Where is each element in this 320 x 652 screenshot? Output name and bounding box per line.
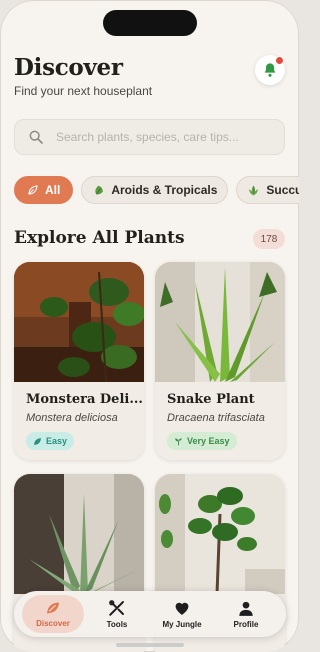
difficulty-badge: Very Easy (167, 432, 237, 450)
user-icon (239, 601, 253, 616)
section-title: Explore All Plants (14, 228, 185, 248)
plant-photo (14, 262, 144, 382)
nav-tools[interactable]: Tools (86, 595, 148, 633)
plant-photo (14, 474, 144, 594)
bottom-navigation: Discover Tools My Jungle Profile (14, 591, 286, 637)
succulent-icon (249, 185, 259, 195)
heart-icon (175, 602, 189, 615)
plant-scientific-name: Monstera deliciosa (26, 412, 118, 424)
tools-icon (109, 600, 124, 616)
search-input[interactable] (54, 129, 278, 145)
plant-card-snake-plant[interactable]: Snake Plant Dracaena trifasciata Very Ea… (155, 262, 285, 460)
category-filter: All Aroids & Tropicals Succul (14, 176, 299, 206)
sprout-icon (175, 438, 182, 445)
difficulty-badge: Easy (26, 432, 75, 450)
nav-my-jungle[interactable]: My Jungle (151, 595, 213, 633)
plant-photo (155, 262, 285, 382)
nav-label: Tools (106, 620, 128, 629)
plant-photo (155, 474, 285, 594)
category-chip-all[interactable]: All (14, 176, 74, 204)
dynamic-island (103, 10, 197, 36)
page-subtitle: Find your next houseplant (14, 84, 153, 98)
search-bar[interactable] (14, 119, 285, 155)
home-indicator (116, 643, 184, 647)
plant-card-monstera[interactable]: Monstera Deli... Monstera deliciosa Easy (14, 262, 144, 460)
plant-scientific-name: Dracaena trifasciata (167, 412, 265, 424)
plant-name: Monstera Deli... (26, 392, 143, 407)
notifications-button[interactable] (255, 55, 285, 85)
leaf-icon (34, 437, 41, 445)
category-chip-succulents[interactable]: Succul (236, 176, 299, 204)
leaf-icon (47, 602, 59, 614)
plant-count-badge: 178 (253, 229, 285, 249)
nav-label: Profile (233, 619, 259, 629)
difficulty-label: Easy (46, 436, 68, 446)
search-icon (29, 130, 43, 144)
monstera-leaf-icon (95, 185, 104, 195)
plant-name: Snake Plant (167, 392, 255, 407)
leaf-outline-icon (28, 185, 38, 195)
category-chip-label: All (45, 183, 61, 197)
category-chip-label: Aroids & Tropicals (111, 183, 218, 197)
phone-screen: Discover Find your next houseplant All (0, 0, 299, 652)
bell-icon (264, 63, 276, 77)
notification-dot (275, 56, 284, 65)
nav-label: Discover (36, 619, 70, 628)
category-chip-label: Succul (266, 183, 299, 197)
nav-label: My Jungle (162, 619, 202, 629)
page-title: Discover (14, 54, 123, 81)
nav-profile[interactable]: Profile (215, 595, 277, 633)
nav-discover[interactable]: Discover (22, 595, 84, 633)
category-chip-aroids[interactable]: Aroids & Tropicals (81, 176, 229, 204)
difficulty-label: Very Easy (187, 436, 230, 446)
